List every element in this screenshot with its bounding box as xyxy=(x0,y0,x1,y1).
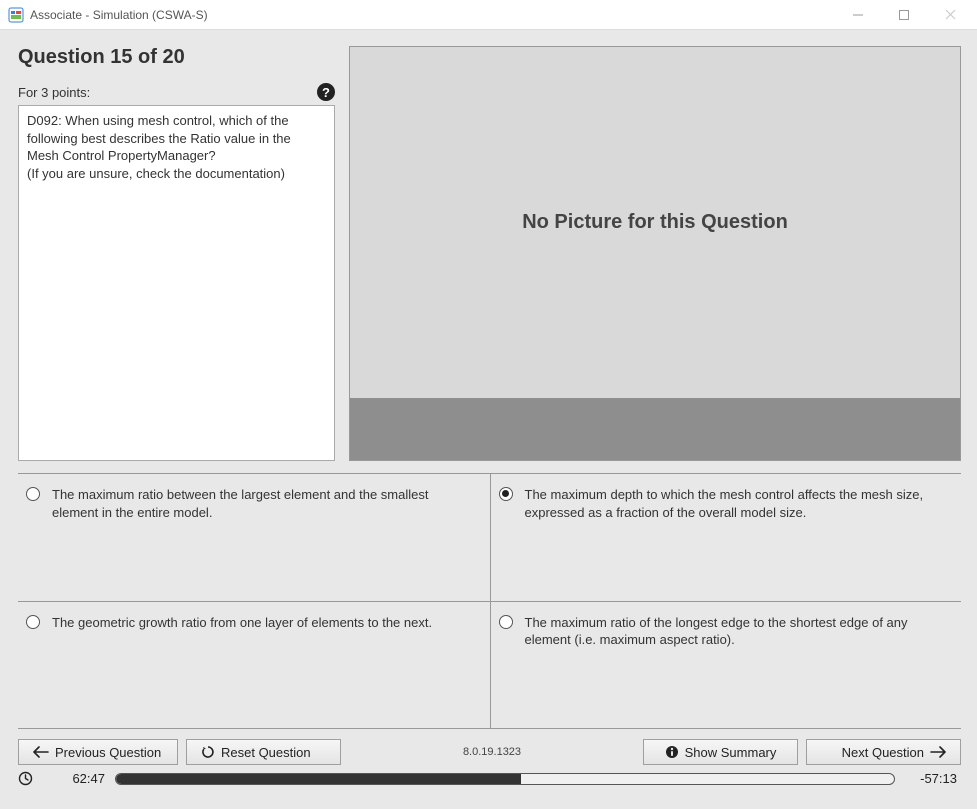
answer-text-a: The maximum ratio between the largest el… xyxy=(52,486,476,521)
button-row: Previous Question Reset Question 8.0.19.… xyxy=(18,729,961,765)
next-question-button[interactable]: Next Question xyxy=(806,739,961,765)
radio-d[interactable] xyxy=(499,615,513,629)
radio-a[interactable] xyxy=(26,487,40,501)
window-title: Associate - Simulation (CSWA-S) xyxy=(30,8,835,22)
window-buttons xyxy=(835,0,973,30)
radio-c[interactable] xyxy=(26,615,40,629)
question-text-line1: D092: When using mesh control, which of … xyxy=(27,112,326,165)
time-remaining: -57:13 xyxy=(905,771,957,786)
answer-option-c[interactable]: The geometric growth ratio from one laye… xyxy=(18,602,490,730)
answer-text-b: The maximum depth to which the mesh cont… xyxy=(525,486,948,521)
content: Question 15 of 20 For 3 points: ? D092: … xyxy=(0,30,977,809)
titlebar: Associate - Simulation (CSWA-S) xyxy=(0,0,977,30)
summary-label: Show Summary xyxy=(685,745,777,760)
next-label: Next Question xyxy=(842,745,924,760)
progress-fill xyxy=(116,774,521,784)
picture-caption-bar xyxy=(350,398,960,460)
points-label: For 3 points: xyxy=(18,85,90,100)
answer-option-a[interactable]: The maximum ratio between the largest el… xyxy=(18,474,490,602)
app-icon xyxy=(8,7,24,23)
progress-bar xyxy=(115,773,895,785)
show-summary-button[interactable]: Show Summary xyxy=(643,739,798,765)
maximize-button[interactable] xyxy=(881,0,927,30)
previous-label: Previous Question xyxy=(55,745,161,760)
points-row: For 3 points: ? xyxy=(18,83,335,101)
reset-icon xyxy=(201,745,215,759)
clock-icon xyxy=(18,771,33,786)
timer-row: 62:47 -57:13 xyxy=(18,765,961,786)
arrow-right-icon xyxy=(930,746,946,758)
close-button[interactable] xyxy=(927,0,973,30)
radio-b[interactable] xyxy=(499,487,513,501)
question-panel: Question 15 of 20 For 3 points: ? D092: … xyxy=(18,46,335,461)
info-icon xyxy=(665,745,679,759)
help-icon[interactable]: ? xyxy=(317,83,335,101)
answer-text-c: The geometric growth ratio from one laye… xyxy=(52,614,432,632)
minimize-button[interactable] xyxy=(835,0,881,30)
top-row: Question 15 of 20 For 3 points: ? D092: … xyxy=(18,46,961,461)
question-body: D092: When using mesh control, which of … xyxy=(18,105,335,461)
time-elapsed: 62:47 xyxy=(43,771,105,786)
reset-label: Reset Question xyxy=(221,745,311,760)
picture-placeholder: No Picture for this Question xyxy=(350,47,960,398)
question-text-line2: (If you are unsure, check the documentat… xyxy=(27,165,326,183)
answer-option-b[interactable]: The maximum depth to which the mesh cont… xyxy=(490,474,962,602)
version-label: 8.0.19.1323 xyxy=(349,746,635,758)
arrow-left-icon xyxy=(33,746,49,758)
answer-text-d: The maximum ratio of the longest edge to… xyxy=(525,614,948,649)
reset-question-button[interactable]: Reset Question xyxy=(186,739,341,765)
answer-option-d[interactable]: The maximum ratio of the longest edge to… xyxy=(490,602,962,730)
previous-question-button[interactable]: Previous Question xyxy=(18,739,178,765)
question-title: Question 15 of 20 xyxy=(18,46,335,69)
answer-grid: The maximum ratio between the largest el… xyxy=(18,473,961,729)
picture-area: No Picture for this Question xyxy=(349,46,961,461)
